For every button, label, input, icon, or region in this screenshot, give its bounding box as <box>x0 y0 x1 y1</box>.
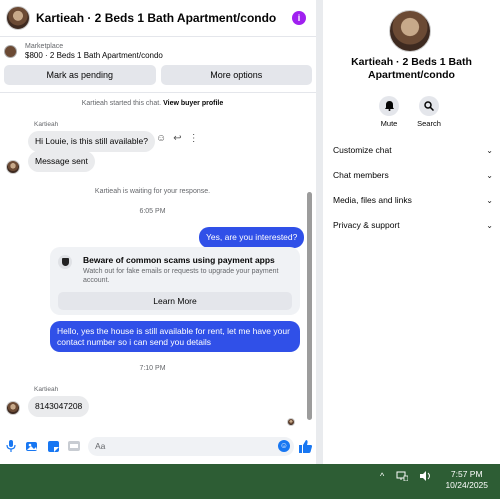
privacy-support-row[interactable]: Privacy & support ⌄ <box>333 220 493 230</box>
row-label: Customize chat <box>333 145 392 155</box>
avatar[interactable] <box>6 6 30 30</box>
clock[interactable]: 7:57 PM 10/24/2025 <box>445 469 488 492</box>
customize-chat-row[interactable]: Customize chat ⌄ <box>333 145 493 155</box>
bell-icon <box>379 96 399 116</box>
scrollbar[interactable] <box>307 100 312 422</box>
message-actions: ☺ ↩ ⋮ <box>156 133 199 144</box>
timestamp: 7:10 PM <box>139 365 166 372</box>
shield-icon <box>58 255 72 269</box>
listing-title: $800 · 2 Beds 1 Bath Apartment/condo <box>25 51 163 60</box>
search-button[interactable]: Search <box>414 96 444 128</box>
photo-icon[interactable] <box>25 439 39 453</box>
chat-members-row[interactable]: Chat members ⌄ <box>333 170 493 180</box>
more-icon[interactable]: ⋮ <box>189 133 199 144</box>
incoming-message[interactable]: Message sent <box>28 151 95 172</box>
scam-warning-card: Beware of common scams using payment app… <box>50 247 300 315</box>
chat-title: Kartieah · 2 Beds 1 Bath Apartment/condo <box>36 11 277 25</box>
chevron-down-icon: ⌄ <box>486 195 493 205</box>
incoming-message[interactable]: Hi Louie, is this still available? <box>28 131 155 152</box>
timestamp: 6:05 PM <box>139 208 166 215</box>
row-label: Chat members <box>333 170 389 180</box>
clock-date: 10/24/2025 <box>445 480 488 491</box>
gif-icon[interactable] <box>67 439 81 453</box>
conversation-details-panel: Kartieah · 2 Beds 1 Bath Apartment/condo… <box>323 0 500 464</box>
microphone-icon[interactable] <box>4 439 18 453</box>
sticker-icon[interactable] <box>46 439 60 453</box>
chat-started-notice: Kartieah started this chat. View buyer p… <box>81 100 224 107</box>
volume-icon[interactable] <box>420 471 432 481</box>
avatar[interactable] <box>6 401 20 415</box>
profile-name: Kartieah · 2 Beds 1 Bath Apartment/condo <box>351 56 472 81</box>
mark-pending-button[interactable]: Mark as pending <box>4 65 156 85</box>
like-icon[interactable] <box>298 439 312 453</box>
incoming-message[interactable]: 8143047208 <box>28 396 90 417</box>
chevron-down-icon: ⌄ <box>486 170 493 180</box>
waiting-notice: Kartieah is waiting for your response. <box>94 188 211 195</box>
message-input[interactable] <box>95 436 287 456</box>
chevron-down-icon: ⌄ <box>486 145 493 155</box>
seen-avatar <box>287 418 295 426</box>
emoji-icon[interactable]: ☺ <box>278 439 290 452</box>
clock-time: 7:57 PM <box>450 469 483 479</box>
more-options-button[interactable]: More options <box>160 65 312 85</box>
system-tray: ^ <box>380 471 432 481</box>
chevron-up-icon[interactable]: ^ <box>380 471 384 481</box>
view-buyer-profile-link[interactable]: View buyer profile <box>163 100 223 107</box>
sender-label: Kartieah <box>34 386 59 393</box>
info-icon[interactable]: i <box>292 11 306 25</box>
avatar[interactable] <box>389 10 431 52</box>
media-files-links-row[interactable]: Media, files and links ⌄ <box>333 195 493 205</box>
outgoing-message[interactable]: Yes, are you interested? <box>199 227 305 248</box>
avatar[interactable] <box>6 160 20 174</box>
react-icon[interactable]: ☺ <box>156 133 166 144</box>
reply-icon[interactable]: ↩ <box>173 133 181 144</box>
listing-category: Marketplace <box>25 43 64 50</box>
listing-thumbnail <box>4 45 17 58</box>
chevron-down-icon: ⌄ <box>486 220 493 230</box>
taskbar: ^ 7:57 PM 10/24/2025 <box>0 464 500 499</box>
warning-body: Watch out for fake emails or requests to… <box>83 268 279 285</box>
listing-summary[interactable]: Marketplace $800 · 2 Beds 1 Bath Apartme… <box>0 37 316 60</box>
scrollbar-thumb[interactable] <box>307 192 312 420</box>
sender-label: Kartieah <box>34 121 59 128</box>
chat-panel: Kartieah · 2 Beds 1 Bath Apartment/condo… <box>0 0 316 464</box>
outgoing-message[interactable]: Hello, yes the house is still available … <box>50 321 300 353</box>
network-icon[interactable] <box>396 471 409 481</box>
search-label: Search <box>417 119 441 128</box>
composer: ☺ <box>0 432 316 460</box>
warning-title: Beware of common scams using payment app… <box>83 255 275 265</box>
listing-actions: Mark as pending More options <box>0 60 316 85</box>
row-label: Media, files and links <box>333 195 412 205</box>
chat-header: Kartieah · 2 Beds 1 Bath Apartment/condo… <box>0 0 316 37</box>
message-input-wrapper: ☺ <box>88 436 294 456</box>
search-icon <box>419 96 439 116</box>
mute-label: Mute <box>380 119 398 128</box>
learn-more-button[interactable]: Learn More <box>58 292 292 310</box>
row-label: Privacy & support <box>333 220 400 230</box>
mute-button[interactable]: Mute <box>374 96 404 128</box>
message-list: Kartieah started this chat. View buyer p… <box>0 92 316 430</box>
